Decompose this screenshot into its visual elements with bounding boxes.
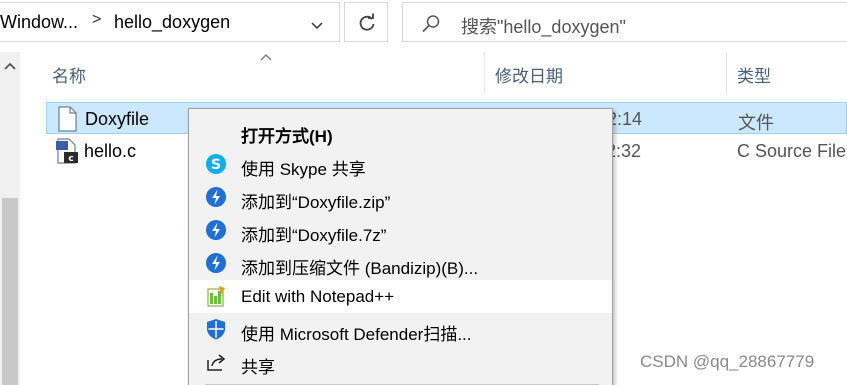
menu-item-label: 使用 Skype 共享 [241, 160, 366, 179]
column-divider[interactable] [726, 52, 727, 94]
defender-shield-icon [207, 319, 225, 340]
column-header-type[interactable]: 类型 [737, 62, 771, 87]
menu-item-label: 使用 Microsoft Defender扫描... [241, 325, 472, 344]
menu-item-add-to-archive[interactable]: 添加到压缩文件 (Bandizip)(B)... [189, 247, 612, 280]
menu-item-share[interactable]: 共享 [189, 346, 612, 379]
text-file-icon [58, 106, 77, 132]
bandizip-icon [206, 220, 226, 240]
file-name: Doxyfile [85, 109, 150, 129]
breadcrumb-separator[interactable]: > [92, 11, 101, 29]
menu-item-label: Edit with Notepad++ [241, 287, 395, 306]
scroll-up-icon[interactable] [3, 60, 17, 72]
breadcrumb-item-parent[interactable]: Window... [0, 12, 78, 33]
column-header-name[interactable]: 名称 [52, 62, 86, 87]
file-type: C Source File [737, 141, 847, 161]
bandizip-icon [206, 253, 226, 273]
menu-item-label: 添加到压缩文件 (Bandizip)(B)... [241, 259, 479, 278]
refresh-button[interactable] [344, 2, 388, 42]
share-icon [207, 354, 226, 371]
column-divider[interactable] [484, 52, 485, 94]
bandizip-icon [206, 187, 226, 207]
notepad-plus-plus-icon [207, 286, 225, 307]
column-header-date[interactable]: 修改日期 [495, 62, 563, 87]
menu-item-share-skype[interactable]: S 使用 Skype 共享 [189, 148, 612, 181]
chevron-down-icon[interactable] [309, 17, 325, 33]
address-toolbar: Window... > hello_doxygen 搜索"hello_doxyg… [0, 0, 847, 46]
menu-item-edit-notepad-plus-plus[interactable]: Edit with Notepad++ [189, 280, 612, 313]
svg-text:S: S [211, 157, 221, 173]
search-box[interactable]: 搜索"hello_doxygen" [402, 2, 847, 42]
menu-item-label: 打开方式(H) [241, 127, 333, 146]
menu-item-add-to-7z[interactable]: 添加到“Doxyfile.7z” [189, 214, 612, 247]
menu-item-label: 添加到“Doxyfile.7z” [241, 226, 387, 245]
breadcrumb-item-current[interactable]: hello_doxygen [114, 12, 230, 33]
file-type: 文件 [738, 113, 774, 133]
menu-item-open-with[interactable]: 打开方式(H) [189, 115, 612, 148]
watermark-text: CSDN @qq_28867779 [640, 352, 815, 371]
menu-item-label: 添加到“Doxyfile.zip” [241, 193, 391, 212]
menu-item-add-to-zip[interactable]: 添加到“Doxyfile.zip” [189, 181, 612, 214]
context-menu: 打开方式(H) S 使用 Skype 共享 添加到“Doxyfile.zip” … [188, 108, 613, 385]
c-source-file-icon: c [56, 138, 78, 164]
breadcrumb[interactable]: Window... > hello_doxygen [0, 2, 340, 42]
svg-text:c: c [68, 154, 73, 164]
skype-icon: S [206, 154, 226, 174]
search-placeholder: 搜索"hello_doxygen" [461, 17, 626, 37]
scrollbar-thumb[interactable] [2, 198, 18, 385]
sort-ascending-icon [260, 54, 272, 61]
menu-item-defender-scan[interactable]: 使用 Microsoft Defender扫描... [189, 313, 612, 346]
refresh-icon [359, 13, 375, 31]
file-name: hello.c [84, 141, 137, 161]
search-icon [422, 15, 440, 33]
nav-pane-scrollbar[interactable] [0, 52, 20, 385]
menu-item-label: 共享 [241, 358, 275, 377]
